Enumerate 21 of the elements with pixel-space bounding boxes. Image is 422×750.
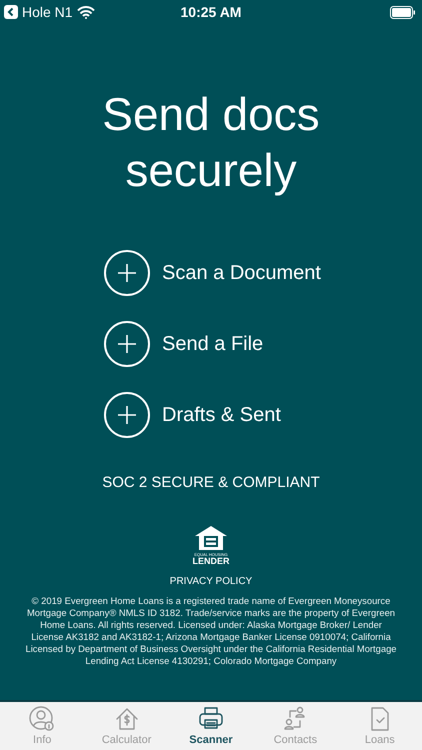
compliance-text: SOC 2 SECURE & COMPLIANT [102,473,320,493]
wifi-icon [76,6,95,18]
privacy-policy-link[interactable]: PRIVACY POLICY [170,574,252,588]
house-dollar-icon [114,706,140,732]
back-label[interactable]: Hole N1 [22,2,73,22]
back-icon[interactable] [4,5,18,19]
plus-icon [118,406,136,424]
plus-icon [118,264,136,282]
action-button[interactable]: Drafts & Sent [104,392,318,438]
document-check-icon [368,706,391,732]
person-icon [29,706,56,732]
status-time: 10:25 AM [180,2,242,22]
printer-icon [197,706,226,732]
house-icon [194,524,228,550]
logo-title: LENDER [192,556,230,566]
tab[interactable]: Scanner [168,702,254,750]
plus-icon [118,335,136,353]
legal-text: © 2019 Evergreen Home Loans is a registered trade name of Evergreen Moneysource Mortgage Company® NMLS ID 3182. Trade/service marks are the property of Evergreen Home Loans. All rights reserved. Licensed under: Alaska Mortgage Broker/ Lender License AK3182 and AK3182-1; Arizona Mortgage Banker License 0910074; California Licensed by Department of Business Oversight under the California Residential Mortgage Lending Act License 4130291; Colorado Mortgage Company [24,594,398,666]
battery-icon [390,6,416,18]
page-title: Send docs securely [101,87,321,198]
action-button[interactable]: Send a File [104,321,318,367]
